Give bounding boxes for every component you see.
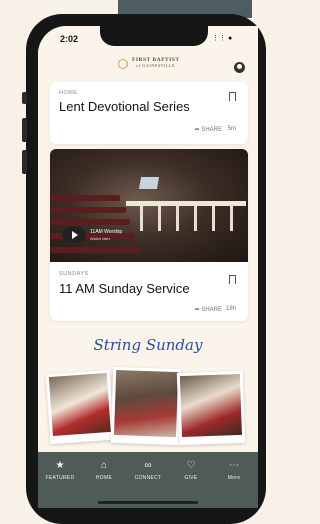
- card-tag: SUNDAYS: [59, 271, 89, 277]
- rail-baluster: [212, 206, 215, 231]
- card-title: Lent Devotional Series: [59, 99, 190, 114]
- home-indicator: [98, 501, 198, 504]
- profile-icon[interactable]: [234, 62, 245, 73]
- rail-baluster: [176, 206, 179, 231]
- video-subtitle: Watch later: [90, 236, 111, 241]
- pew-shape: [50, 207, 126, 213]
- star-icon: ★: [55, 460, 65, 471]
- video-title: 11AM Worship: [90, 229, 123, 235]
- tab-label: HOME: [95, 475, 113, 481]
- pew-shape: [50, 195, 120, 201]
- status-icons: ⋮⋮ ●: [212, 35, 233, 42]
- home-icon: ⌂: [100, 460, 108, 471]
- volume-up-button: [22, 118, 27, 142]
- bookmark-icon[interactable]: [229, 275, 236, 284]
- tab-label: FEATURED: [45, 475, 75, 481]
- share-label: SHARE: [201, 127, 222, 133]
- bookmark-icon[interactable]: [229, 92, 236, 101]
- card-age: 18h: [225, 306, 236, 312]
- tab-connect[interactable]: ∞ CONNECT: [128, 460, 168, 481]
- promo-photo[interactable]: [110, 366, 182, 446]
- content-card-service[interactable]: 11AM Worship Watch later SUNDAYS 11 AM S…: [50, 149, 248, 321]
- card-age: 5m: [227, 126, 236, 132]
- more-icon: ⋯: [229, 460, 239, 471]
- choir-rail: [126, 201, 246, 236]
- promo-photo[interactable]: [176, 370, 246, 446]
- pew-shape: [50, 219, 130, 225]
- app-header: FIRST BAPTIST of GAINESVILLE: [38, 48, 258, 76]
- status-bar: 2:02 ⋮⋮ ●: [38, 26, 258, 48]
- promo-title: String Sunday: [93, 336, 203, 354]
- promo-photo[interactable]: [45, 369, 115, 445]
- tab-bar: ★ FEATURED ⌂ HOME ∞ CONNECT ♡ GIVE ⋯ Mor…: [38, 452, 258, 508]
- church-logo: FIRST BAPTIST of GAINESVILLE: [132, 57, 180, 68]
- share-button[interactable]: ➦ SHARE: [195, 126, 222, 133]
- tab-label: More: [227, 475, 241, 481]
- share-button[interactable]: ➦ SHARE: [195, 306, 222, 313]
- play-icon[interactable]: [62, 226, 86, 243]
- tab-featured[interactable]: ★ FEATURED: [40, 460, 80, 481]
- tab-give[interactable]: ♡ GIVE: [171, 460, 211, 481]
- tab-label: GIVE: [184, 475, 198, 481]
- rail-baluster: [194, 206, 197, 231]
- tab-label: CONNECT: [134, 475, 162, 481]
- pew-shape: [50, 247, 140, 253]
- notch: [100, 26, 208, 46]
- rail-baluster: [230, 206, 233, 231]
- church-location: of GAINESVILLE: [136, 62, 176, 68]
- heart-icon: ♡: [186, 460, 196, 471]
- rail-baluster: [140, 206, 143, 231]
- church-logo-icon: [118, 59, 128, 69]
- card-tag: HOME: [59, 90, 78, 96]
- mute-switch: [22, 92, 27, 104]
- app-screen: 2:02 ⋮⋮ ● FIRST BAPTIST of GAINESVILLE H…: [38, 26, 258, 508]
- tab-home[interactable]: ⌂ HOME: [84, 460, 124, 481]
- video-thumbnail[interactable]: 11AM Worship Watch later: [50, 149, 248, 262]
- link-icon: ∞: [144, 460, 152, 471]
- card-title: 11 AM Sunday Service: [59, 281, 190, 296]
- content-card-lent[interactable]: HOME Lent Devotional Series ➦ SHARE 5m: [50, 82, 248, 144]
- tab-more[interactable]: ⋯ More: [214, 460, 254, 481]
- share-label: SHARE: [201, 307, 222, 313]
- rail-baluster: [158, 206, 161, 231]
- volume-down-button: [22, 150, 27, 174]
- sanctuary-screen: [138, 177, 160, 189]
- status-time: 2:02: [60, 34, 79, 44]
